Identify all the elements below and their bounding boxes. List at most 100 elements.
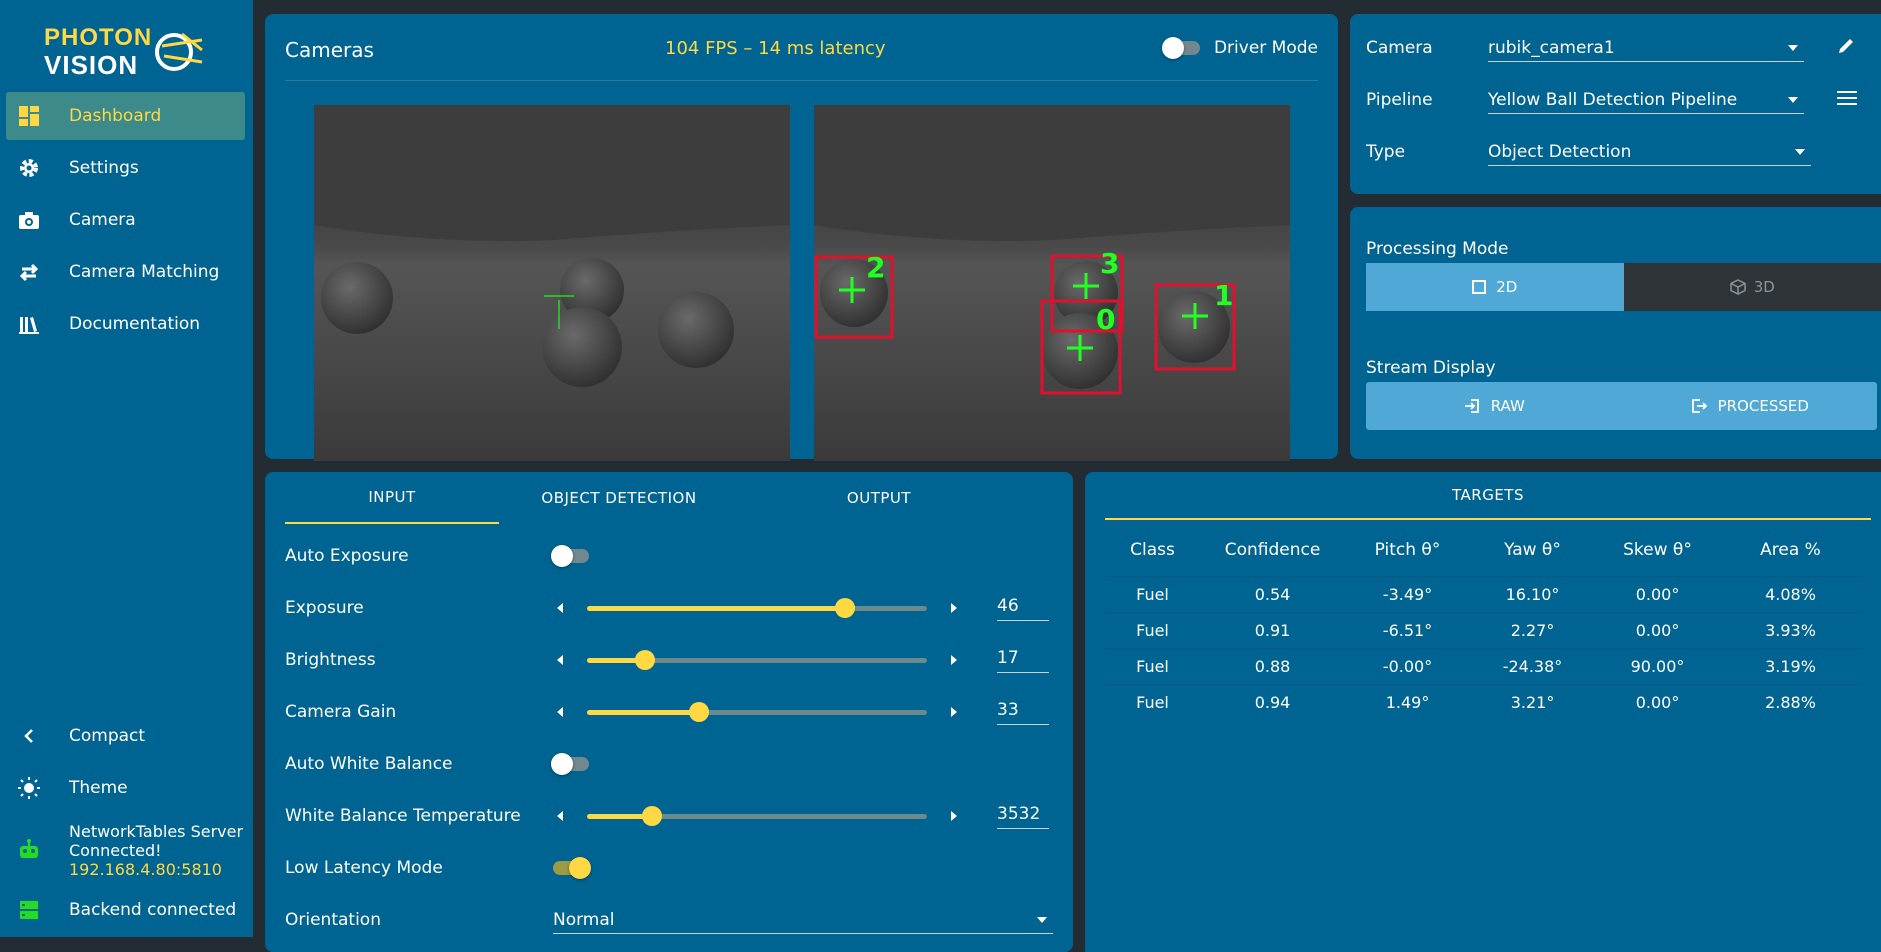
gear-icon [15,154,43,182]
cube-icon [1730,279,1746,295]
stream-display-toggle: RAW PROCESSED [1366,382,1877,430]
driver-mode-switch[interactable] [1164,41,1200,55]
brightness-increment[interactable] [951,655,957,665]
orientation-select[interactable]: Normal [553,906,1053,934]
wb-temp-increment[interactable] [951,811,957,821]
table-row[interactable]: Fuel0.54-3.49°16.10°0.00°4.08% [1105,576,1861,612]
nav-item-camera[interactable]: Camera [6,196,245,244]
exposure-slider[interactable] [587,606,927,611]
auto-white-balance-row: Auto White Balance [285,744,1053,784]
books-icon [15,310,43,338]
processed-button[interactable]: PROCESSED [1622,382,1878,430]
cameras-title: Cameras [285,38,374,62]
col-area: Area % [1720,524,1861,576]
brightness-label: Brightness [285,650,553,670]
gain-increment[interactable] [951,707,957,717]
logo-text-bottom: VISION [44,50,138,81]
type-row: Type Object Detection [1366,138,1811,166]
table-row[interactable]: Fuel0.941.49°3.21°0.00°2.88% [1105,684,1861,720]
auto-exposure-switch[interactable] [553,549,589,563]
nav-label-settings: Settings [69,158,139,178]
table-row[interactable]: Fuel0.88-0.00°-24.38°90.00°3.19% [1105,648,1861,684]
sidebar: PHOTON VISION Dashboard Settings Camera … [0,0,253,937]
nav-item-camera-matching[interactable]: Camera Matching [6,248,245,296]
robot-icon [15,839,43,861]
target-label-3: 3 [1100,247,1119,280]
processing-mode-toggle: 2D 3D [1366,263,1881,311]
exposure-increment[interactable] [951,603,957,613]
wb-temp-decrement[interactable] [557,811,563,821]
col-class: Class [1105,524,1200,576]
logout-icon [1690,397,1708,415]
server-icon [15,899,43,921]
target-label-1: 1 [1214,279,1233,312]
compact-label: Compact [69,726,145,746]
tab-input[interactable]: INPUT [285,472,499,524]
tab-object-detection[interactable]: OBJECT DETECTION [499,472,739,524]
brightness-decrement[interactable] [557,655,563,665]
col-pitch: Pitch θ° [1345,524,1470,576]
table-row[interactable]: Fuel0.91-6.51°2.27°0.00°3.93% [1105,612,1861,648]
white-balance-temperature-slider[interactable] [587,814,927,819]
edit-pencil-icon[interactable] [1836,36,1856,61]
low-latency-label: Low Latency Mode [285,858,553,878]
nt-address: 192.168.4.80:5810 [69,860,243,879]
networktables-status: NetworkTables Server Connected! 192.168.… [6,818,245,882]
low-latency-row: Low Latency Mode [285,848,1053,888]
photonvision-logo: PHOTON VISION [40,20,210,80]
nav-item-documentation[interactable]: Documentation [6,300,245,348]
col-confidence: Confidence [1200,524,1345,576]
nav-item-settings[interactable]: Settings [6,144,245,192]
camera-row: Camera rubik_camera1 [1366,34,1865,62]
pipeline-row: Pipeline Yellow Ball Detection Pipeline [1366,86,1865,114]
square-icon [1472,280,1486,294]
theme-toggle[interactable]: Theme [6,768,245,808]
mode-2d-button[interactable]: 2D [1366,263,1624,311]
pipeline-config-card: Camera rubik_camera1 Pipeline Yellow Bal… [1350,14,1881,194]
camera-select[interactable]: rubik_camera1 [1488,34,1804,62]
targets-table: Class Confidence Pitch θ° Yaw θ° Skew θ°… [1105,524,1861,720]
compact-toggle[interactable]: Compact [6,716,245,756]
brightness-slider[interactable] [587,658,927,663]
low-latency-switch[interactable] [553,861,589,875]
pipeline-select[interactable]: Yellow Ball Detection Pipeline [1488,86,1804,114]
exposure-decrement[interactable] [557,603,563,613]
processing-card: Processing Mode 2D 3D Stream Display RAW… [1350,207,1881,459]
white-balance-temperature-label: White Balance Temperature [285,806,553,826]
pipeline-menu-icon[interactable] [1836,89,1858,112]
driver-mode-control: Driver Mode [1164,38,1318,58]
logo-lens-icon [152,26,208,76]
camera-gain-value[interactable]: 33 [997,700,1049,725]
white-balance-temperature-row: White Balance Temperature 3532 [285,796,1053,836]
dashboard-icon [15,102,43,130]
camera-gain-row: Camera Gain 33 [285,692,1053,732]
backend-status: Backend connected [6,890,245,930]
exposure-value[interactable]: 46 [997,596,1049,621]
nav-item-dashboard[interactable]: Dashboard [6,92,245,140]
tab-output[interactable]: OUTPUT [739,472,1019,524]
auto-white-balance-switch[interactable] [553,757,589,771]
chevron-down-icon [1788,45,1798,51]
pipeline-label: Pipeline [1366,90,1488,110]
white-balance-temperature-value[interactable]: 3532 [997,804,1049,829]
camera-icon [15,206,43,234]
type-label: Type [1366,142,1488,162]
nav-label-camera: Camera [69,210,136,230]
brightness-value[interactable]: 17 [997,648,1049,673]
orientation-label: Orientation [285,910,553,930]
gain-decrement[interactable] [557,707,563,717]
mode-3d-button[interactable]: 3D [1624,263,1881,311]
col-skew: Skew θ° [1595,524,1720,576]
auto-exposure-label: Auto Exposure [285,546,553,566]
sun-icon [15,776,43,800]
raw-button[interactable]: RAW [1366,382,1622,430]
camera-label: Camera [1366,38,1488,58]
login-icon [1463,397,1481,415]
targets-tab[interactable]: TARGETS [1105,472,1871,520]
swap-arrows-icon [15,258,43,286]
camera-gain-slider[interactable] [587,710,927,715]
exposure-label: Exposure [285,598,553,618]
theme-label: Theme [69,778,128,798]
type-select[interactable]: Object Detection [1488,138,1811,166]
chevron-down-icon [1788,97,1798,103]
